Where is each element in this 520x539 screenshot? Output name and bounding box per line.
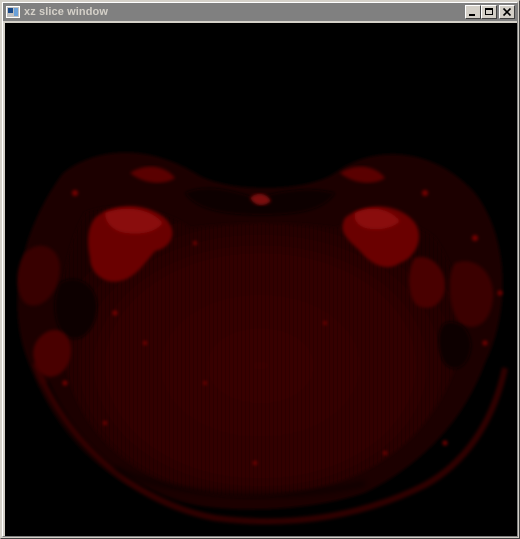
maximize-icon (485, 8, 493, 15)
title-bar[interactable]: xz slice window (3, 3, 517, 21)
maximize-button[interactable] (481, 5, 497, 19)
window-title: xz slice window (24, 6, 109, 18)
minimize-icon (469, 14, 475, 16)
app-window: xz slice window (0, 0, 520, 539)
close-button[interactable] (499, 5, 515, 19)
app-icon[interactable] (6, 6, 20, 18)
close-icon (502, 7, 512, 17)
minimize-button[interactable] (465, 5, 481, 19)
xz-slice-image (5, 23, 517, 536)
title-bar-buttons (465, 5, 515, 19)
slice-canvas[interactable] (5, 23, 517, 536)
